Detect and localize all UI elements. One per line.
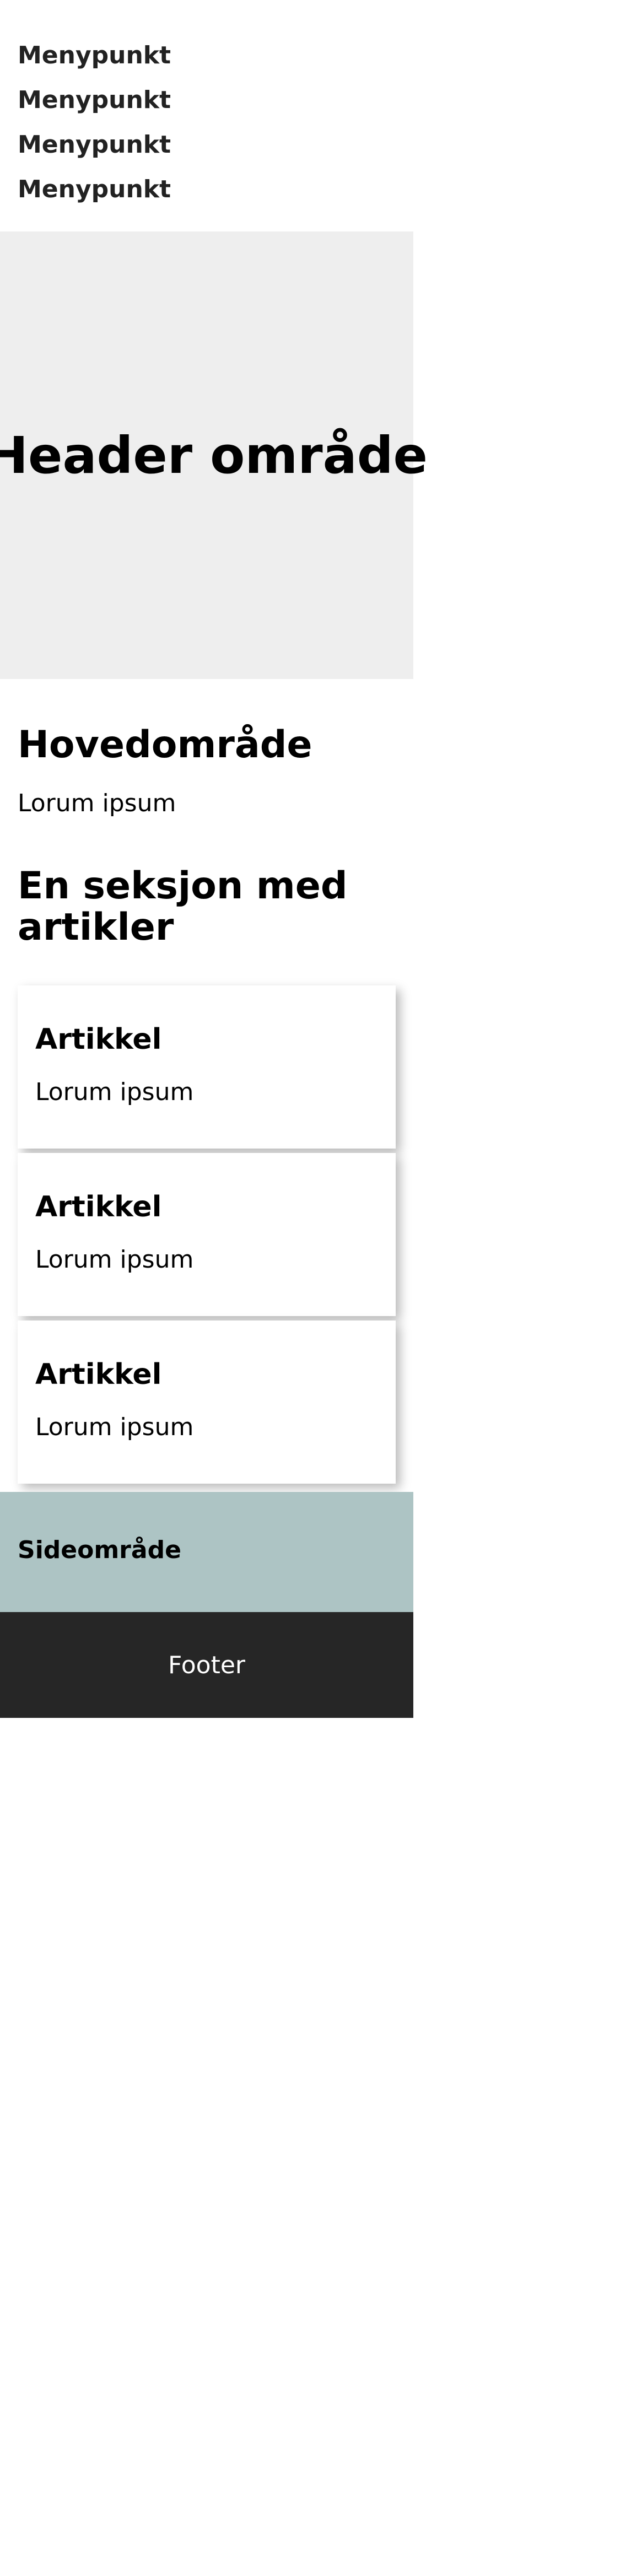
article-text: Lorum ipsum [35,1246,194,1274]
article-title: Artikkel [35,1023,162,1056]
article-title: Artikkel [35,1358,162,1391]
header-title: Header område [0,425,428,485]
article-title: Artikkel [35,1190,162,1224]
sidebar-title: Sideområde [18,1536,181,1564]
nav-item-2[interactable]: Menypunkt [18,78,413,122]
main-area: Hovedområde Lorum ipsum En seksjon med a… [0,679,413,1492]
page: Menypunkt Menypunkt Menypunkt Menypunkt … [0,0,620,2576]
article-card-3: Artikkel Lorum ipsum [18,1321,396,1484]
sidebar-area: Sideområde [0,1492,413,1612]
article-card-2: Artikkel Lorum ipsum [18,1153,396,1316]
article-text: Lorum ipsum [35,1078,194,1106]
section-title: En seksjon med artikler [18,864,348,949]
footer-text: Footer [168,1651,245,1679]
article-card-1: Artikkel Lorum ipsum [18,985,396,1149]
article-text: Lorum ipsum [35,1413,194,1441]
nav-item-1[interactable]: Menypunkt [18,33,413,78]
nav-item-4[interactable]: Menypunkt [18,167,413,212]
main-text: Lorum ipsum [18,789,176,817]
page-column: Menypunkt Menypunkt Menypunkt Menypunkt … [0,0,428,1718]
main-title: Hovedområde [18,723,312,767]
nav-item-3[interactable]: Menypunkt [18,122,413,167]
header-area: Header område [0,231,428,679]
footer-area: Footer [0,1612,413,1718]
main-nav: Menypunkt Menypunkt Menypunkt Menypunkt [0,0,413,203]
